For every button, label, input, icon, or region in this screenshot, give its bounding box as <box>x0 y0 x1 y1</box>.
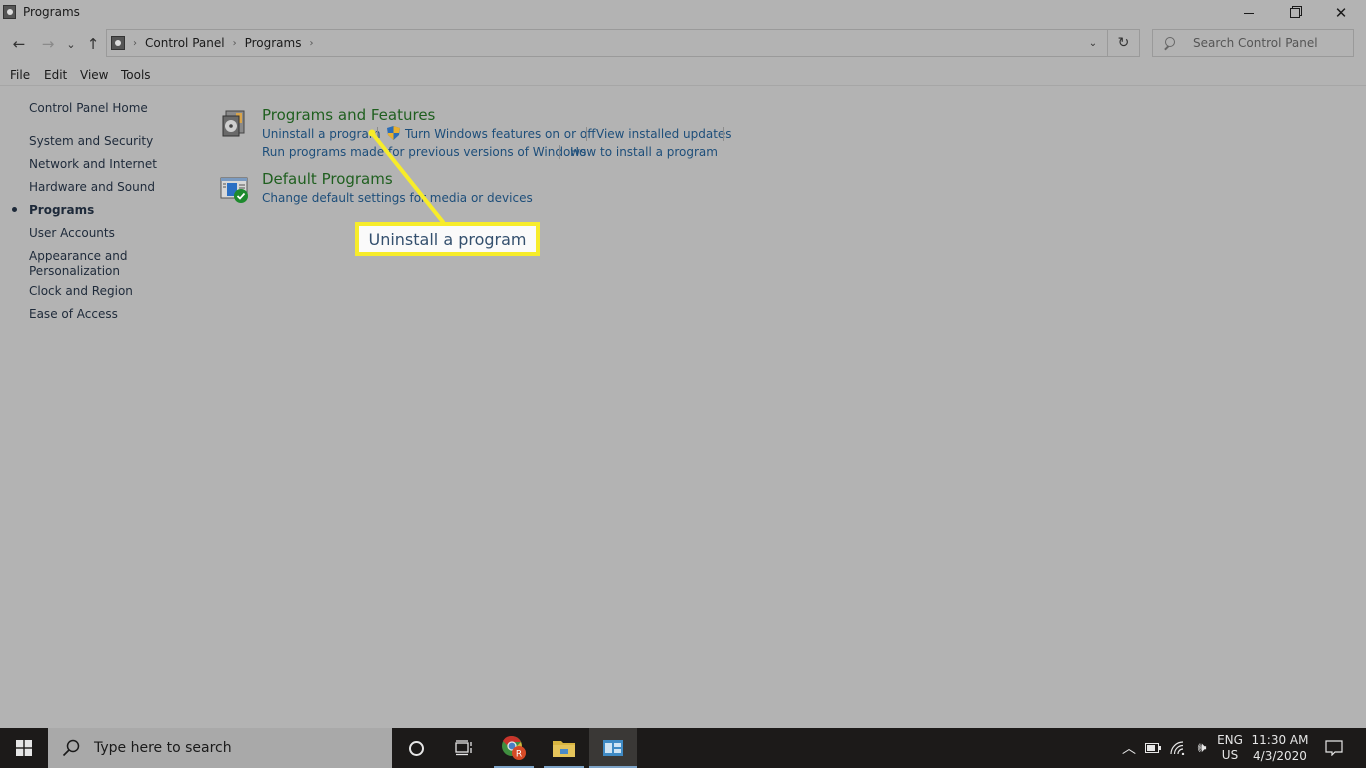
back-button[interactable]: ← <box>8 33 30 55</box>
sidebar-item-hardware-sound[interactable]: Hardware and Sound <box>29 180 155 195</box>
windows-logo-icon <box>16 740 32 756</box>
callout-pointer-line <box>368 129 445 224</box>
file-explorer-taskbar-button[interactable] <box>540 728 588 768</box>
breadcrumb-separator[interactable]: › <box>309 38 313 49</box>
control-panel-icon <box>3 5 16 19</box>
wifi-icon <box>1170 741 1185 755</box>
how-to-install-program-link[interactable]: How to install a program <box>570 145 718 159</box>
change-default-settings-link[interactable]: Change default settings for media or dev… <box>262 191 533 205</box>
menu-edit[interactable]: Edit <box>44 68 67 82</box>
sidebar-control-panel-home[interactable]: Control Panel Home <box>29 101 148 116</box>
task-view-button[interactable] <box>440 728 488 768</box>
chrome-icon: R <box>502 735 526 760</box>
clock-time: 11:30 AM <box>1251 733 1309 747</box>
start-button[interactable] <box>0 728 48 768</box>
up-arrow-icon: ↑ <box>86 35 100 53</box>
menu-bar: File Edit View Tools <box>0 66 1366 86</box>
region-code: US <box>1221 748 1239 762</box>
sidebar-item-system-security[interactable]: System and Security <box>29 134 153 149</box>
minimize-button[interactable] <box>1226 0 1272 26</box>
chevron-up-icon: ︿ <box>1122 741 1136 757</box>
breadcrumb-separator: › <box>133 37 137 49</box>
up-button[interactable]: ↑ <box>82 33 104 55</box>
close-button[interactable]: ✕ <box>1318 0 1364 26</box>
link-separator <box>377 127 378 141</box>
svg-text:R: R <box>516 750 522 760</box>
refresh-button[interactable]: ↻ <box>1108 29 1140 57</box>
forward-arrow-icon: → <box>41 35 55 53</box>
battery-button[interactable] <box>1142 728 1164 768</box>
battery-icon <box>1145 743 1161 753</box>
volume-button[interactable]: 🕪 <box>1190 728 1214 768</box>
active-bullet <box>12 207 17 212</box>
forward-button[interactable]: → <box>37 33 59 55</box>
uninstall-program-link[interactable]: Uninstall a program <box>262 127 381 141</box>
control-panel-icon <box>603 740 623 756</box>
search-icon <box>1163 37 1175 49</box>
task-view-icon <box>455 740 472 756</box>
address-dropdown-button[interactable]: ⌄ <box>1079 30 1107 56</box>
network-button[interactable] <box>1166 728 1190 768</box>
language-code: ENG <box>1217 733 1243 747</box>
breadcrumb-separator[interactable]: › <box>233 38 237 49</box>
restore-button[interactable] <box>1272 0 1318 26</box>
clock-date: 4/3/2020 <box>1253 749 1307 763</box>
refresh-icon: ↻ <box>1117 35 1130 51</box>
chevron-down-icon: ⌄ <box>1088 37 1098 49</box>
speaker-icon: 🕪 <box>1197 740 1207 756</box>
callout-box: Uninstall a program <box>355 222 540 256</box>
uac-shield-icon <box>387 126 400 140</box>
default-programs-icon <box>220 177 248 203</box>
breadcrumb-control-panel[interactable]: Control Panel <box>145 36 225 50</box>
breadcrumb-programs[interactable]: Programs <box>245 36 302 50</box>
show-hidden-icons-button[interactable]: ︿ <box>1118 728 1140 768</box>
language-indicator[interactable]: ENG US <box>1214 728 1246 768</box>
menu-tools[interactable]: Tools <box>121 68 151 82</box>
sidebar-item-user-accounts[interactable]: User Accounts <box>29 226 115 241</box>
search-placeholder: Search Control Panel <box>1193 36 1318 50</box>
close-icon: ✕ <box>1334 4 1348 22</box>
sidebar-item-network-internet[interactable]: Network and Internet <box>29 157 157 172</box>
sidebar-item-programs[interactable]: Programs <box>29 203 94 218</box>
minimize-icon <box>1244 12 1254 14</box>
action-center-button[interactable] <box>1318 728 1350 768</box>
back-arrow-icon: ← <box>12 35 26 53</box>
chevron-down-icon: ⌄ <box>66 37 76 51</box>
restore-icon <box>1290 8 1300 18</box>
link-separator <box>586 127 587 141</box>
programs-features-icon <box>222 110 245 137</box>
sidebar-item-appearance[interactable]: Appearance and Personalization <box>29 249 127 279</box>
file-explorer-icon <box>553 741 575 757</box>
cortana-icon <box>408 740 424 756</box>
taskbar-search-placeholder: Type here to search <box>94 740 232 756</box>
address-bar[interactable]: › Control Panel › Programs › ⌄ <box>106 29 1108 57</box>
sidebar-item-ease-of-access[interactable]: Ease of Access <box>29 307 118 322</box>
search-icon <box>62 739 80 757</box>
callout-text: Uninstall a program <box>368 229 527 249</box>
sidebar-item-clock-region[interactable]: Clock and Region <box>29 284 133 299</box>
view-installed-updates-link[interactable]: View installed updates <box>596 127 732 141</box>
taskbar: Type here to search R ︿ 🕪 ENG US 11:30 A… <box>0 728 1366 768</box>
window-title: Programs <box>23 5 80 19</box>
default-programs-title[interactable]: Default Programs <box>262 170 393 188</box>
menu-view[interactable]: View <box>80 68 108 82</box>
run-programs-previous-versions-link[interactable]: Run programs made for previous versions … <box>262 145 586 159</box>
clock[interactable]: 11:30 AM 4/3/2020 <box>1248 728 1312 768</box>
cortana-button[interactable] <box>392 728 440 768</box>
chrome-taskbar-button[interactable]: R <box>490 728 538 768</box>
link-separator <box>559 145 560 159</box>
control-panel-icon <box>111 36 125 50</box>
title-bar: Programs ✕ <box>0 0 1366 26</box>
recent-locations-button[interactable]: ⌄ <box>61 33 81 55</box>
notification-icon <box>1325 740 1343 756</box>
programs-and-features-title[interactable]: Programs and Features <box>262 106 435 124</box>
link-separator <box>723 127 724 141</box>
control-panel-taskbar-button[interactable] <box>589 728 637 768</box>
taskbar-search-box[interactable]: Type here to search <box>48 728 392 768</box>
turn-windows-features-link[interactable]: Turn Windows features on or off <box>405 127 596 141</box>
menu-file[interactable]: File <box>10 68 30 82</box>
search-control-panel-input[interactable]: Search Control Panel <box>1152 29 1354 57</box>
